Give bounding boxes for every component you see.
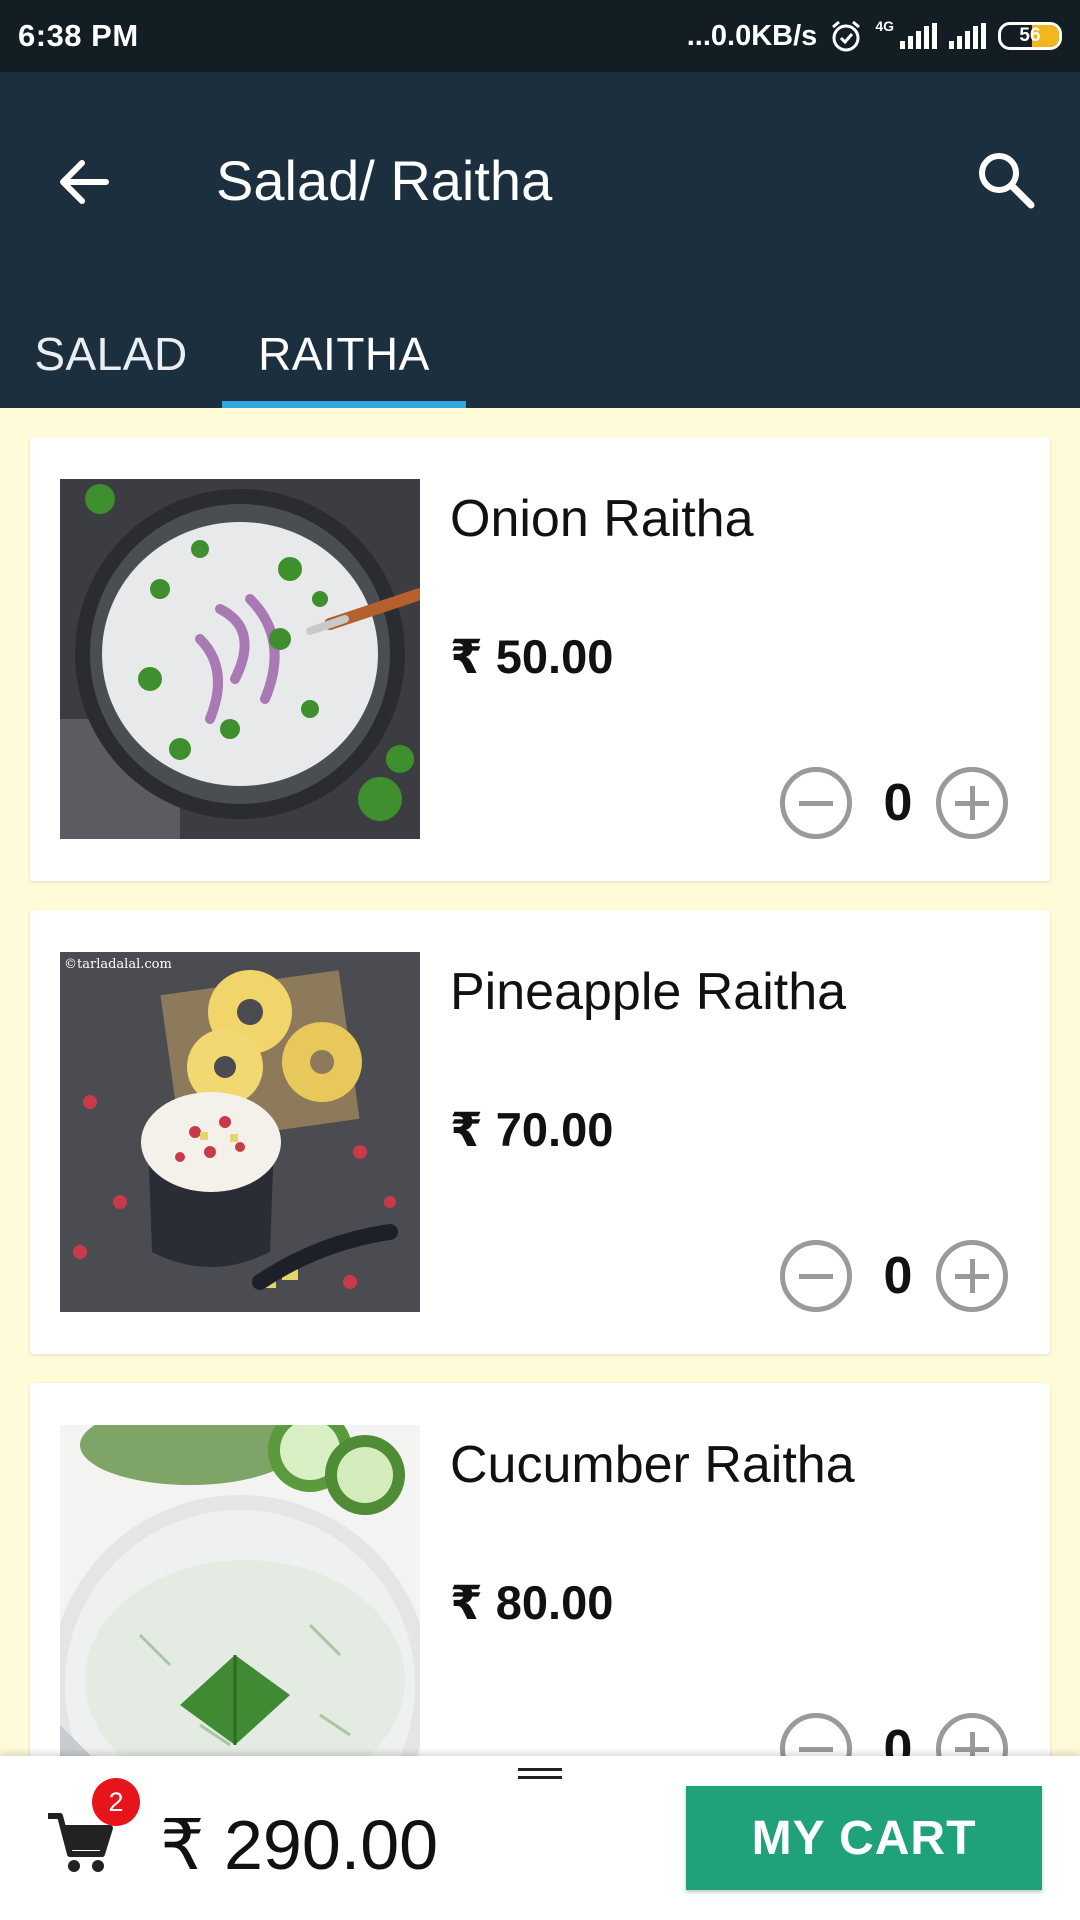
tab-raitha[interactable]: RAITHA bbox=[222, 300, 466, 408]
category-tabs: SALAD RAITHA bbox=[0, 300, 466, 408]
cart-total: ₹ 290.00 bbox=[160, 1806, 439, 1884]
item-image bbox=[60, 1425, 420, 1785]
item-price: ₹ 50.00 bbox=[450, 630, 614, 683]
item-quantity: 0 bbox=[883, 774, 913, 832]
page-title: Salad/ Raitha bbox=[216, 149, 553, 212]
alarm-icon bbox=[832, 20, 861, 52]
tab-selected-indicator bbox=[222, 401, 466, 408]
cart-count-badge: 2 bbox=[92, 1778, 140, 1826]
back-arrow-icon[interactable] bbox=[52, 150, 116, 214]
item-name: Onion Raitha bbox=[450, 490, 754, 548]
increase-quantity-button[interactable] bbox=[936, 1240, 1008, 1312]
app-bar: Salad/ Raitha SALAD RAITHA bbox=[0, 72, 1080, 408]
drag-handle-icon[interactable] bbox=[518, 1768, 562, 1786]
item-quantity: 0 bbox=[883, 1247, 913, 1305]
network-type: 4G bbox=[875, 18, 894, 34]
list-item[interactable]: ©tarladalal.com Pineapple Raitha ₹ 70.00… bbox=[30, 910, 1050, 1354]
battery-level: 56 bbox=[1019, 25, 1041, 46]
decrease-quantity-button[interactable] bbox=[780, 767, 852, 839]
tab-raitha-label: RAITHA bbox=[258, 328, 430, 380]
item-price: ₹ 70.00 bbox=[450, 1103, 614, 1156]
battery-icon: 56 bbox=[998, 22, 1062, 50]
list-item[interactable]: Onion Raitha ₹ 50.00 0 bbox=[30, 437, 1050, 881]
signal-icon-2 bbox=[949, 23, 986, 49]
search-icon[interactable] bbox=[974, 148, 1038, 212]
item-name: Cucumber Raitha bbox=[450, 1436, 855, 1494]
network-speed: ...0.0KB/s bbox=[686, 19, 818, 52]
status-time: 6:38 PM bbox=[18, 18, 139, 53]
cart-summary-bar: 2 ₹ 290.00 MY CART bbox=[0, 1756, 1080, 1920]
tab-salad[interactable]: SALAD bbox=[0, 300, 222, 408]
signal-icon bbox=[900, 23, 937, 49]
item-price: ₹ 80.00 bbox=[450, 1576, 614, 1629]
image-watermark: ©tarladalal.com bbox=[64, 957, 172, 972]
status-indicators: ...0.0KB/s 4G 56 bbox=[686, 18, 1062, 53]
status-bar: 6:38 PM ...0.0KB/s 4G 56 bbox=[0, 0, 1080, 72]
my-cart-button[interactable]: MY CART bbox=[686, 1786, 1042, 1890]
increase-quantity-button[interactable] bbox=[936, 767, 1008, 839]
item-image bbox=[60, 479, 420, 839]
item-image: ©tarladalal.com bbox=[60, 952, 420, 1312]
item-name: Pineapple Raitha bbox=[450, 963, 847, 1021]
decrease-quantity-button[interactable] bbox=[780, 1240, 852, 1312]
